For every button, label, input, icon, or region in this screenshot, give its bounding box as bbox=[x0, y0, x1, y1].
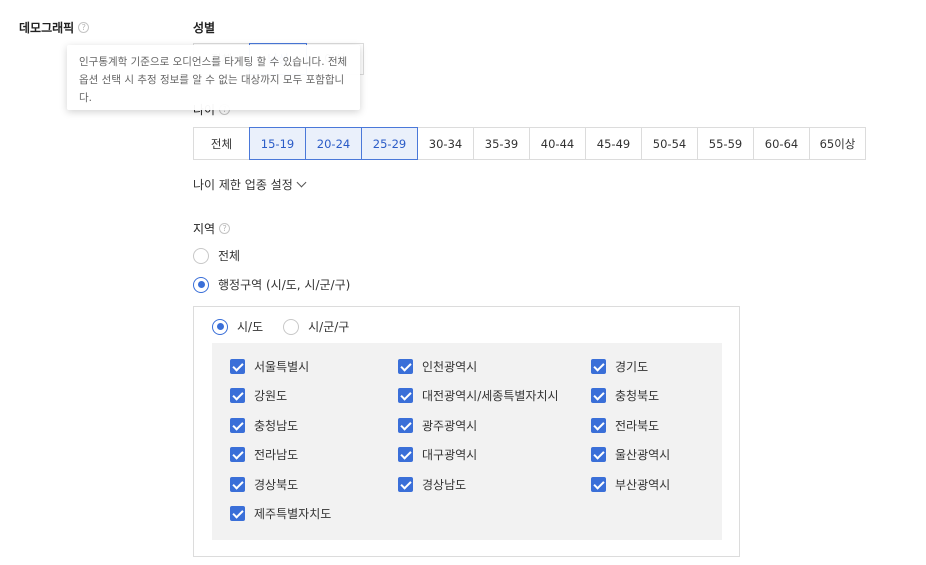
province-label: 부산광역시 bbox=[615, 478, 671, 492]
checkbox-checked-icon[interactable] bbox=[398, 418, 413, 433]
province-label: 광주광역시 bbox=[422, 419, 478, 433]
province-label: 전라남도 bbox=[254, 448, 299, 462]
checkbox-checked-icon[interactable] bbox=[398, 477, 413, 492]
province-label: 서울특별시 bbox=[254, 360, 310, 374]
province-checkbox[interactable]: 경상남도 bbox=[398, 476, 466, 493]
age-option-25-29[interactable]: 25-29 bbox=[361, 127, 418, 160]
region-option-all[interactable]: 전체 bbox=[193, 247, 240, 264]
demographic-title: 데모그래픽 bbox=[19, 21, 75, 35]
region-title-text: 지역 bbox=[193, 222, 216, 236]
province-checkbox[interactable]: 강원도 bbox=[230, 387, 287, 404]
checkbox-checked-icon[interactable] bbox=[398, 359, 413, 374]
province-checkbox[interactable]: 전라북도 bbox=[591, 417, 659, 434]
radio-icon[interactable] bbox=[283, 318, 300, 335]
province-checkbox[interactable]: 경상북도 bbox=[230, 476, 298, 493]
region-option-admin[interactable]: 행정구역 (시/도, 시/군/구) bbox=[193, 276, 350, 293]
age-option-45-49[interactable]: 45-49 bbox=[585, 127, 642, 160]
radio-selected-icon[interactable] bbox=[212, 318, 228, 335]
province-label: 전라북도 bbox=[615, 419, 660, 433]
province-checkbox[interactable]: 경기도 bbox=[591, 358, 648, 375]
province-checkbox[interactable]: 대전광역시/세종특별자치시 bbox=[398, 387, 559, 404]
demographic-section-label: 데모그래픽 ? bbox=[19, 19, 90, 36]
region-level-sido-label: 시/도 bbox=[237, 320, 264, 334]
province-checkbox-list: 서울특별시 인천광역시 경기도 강원도 대전광역시/세종특별자치시 충청북도 충… bbox=[212, 343, 722, 540]
province-label: 제주특별자치도 bbox=[254, 507, 332, 521]
checkbox-checked-icon[interactable] bbox=[230, 506, 245, 521]
region-title: 지역 ? bbox=[193, 220, 231, 237]
demographic-tooltip: 인구통계학 기준으로 오디언스를 타게팅 할 수 있습니다. 전체 옵션 선택 … bbox=[67, 45, 360, 110]
age-restriction-label: 나이 제한 업종 설정 bbox=[193, 178, 293, 192]
gender-title: 성별 bbox=[193, 19, 215, 36]
checkbox-checked-icon[interactable] bbox=[398, 447, 413, 462]
chevron-down-icon bbox=[296, 177, 307, 188]
province-checkbox[interactable]: 충청남도 bbox=[230, 417, 298, 434]
checkbox-checked-icon[interactable] bbox=[591, 388, 606, 403]
province-checkbox[interactable]: 대구광역시 bbox=[398, 446, 477, 463]
province-label: 대구광역시 bbox=[422, 448, 478, 462]
province-label: 강원도 bbox=[254, 389, 288, 403]
radio-selected-icon[interactable] bbox=[193, 276, 209, 293]
province-label: 충청남도 bbox=[254, 419, 299, 433]
age-option-20-24[interactable]: 20-24 bbox=[305, 127, 362, 160]
province-label: 경상남도 bbox=[422, 478, 467, 492]
province-checkbox[interactable]: 광주광역시 bbox=[398, 417, 477, 434]
age-restriction-toggle[interactable]: 나이 제한 업종 설정 bbox=[193, 176, 307, 193]
age-option-65plus[interactable]: 65이상 bbox=[809, 127, 866, 160]
age-option-all[interactable]: 전체 bbox=[193, 127, 250, 160]
checkbox-checked-icon[interactable] bbox=[230, 359, 245, 374]
province-checkbox[interactable]: 부산광역시 bbox=[591, 476, 670, 493]
checkbox-checked-icon[interactable] bbox=[230, 477, 245, 492]
province-checkbox[interactable]: 서울특별시 bbox=[230, 358, 309, 375]
checkbox-checked-icon[interactable] bbox=[230, 388, 245, 403]
gender-title-text: 성별 bbox=[193, 21, 216, 35]
age-option-60-64[interactable]: 60-64 bbox=[753, 127, 810, 160]
region-option-all-label: 전체 bbox=[218, 249, 241, 263]
province-label: 대전광역시/세종특별자치시 bbox=[422, 389, 559, 403]
checkbox-checked-icon[interactable] bbox=[591, 359, 606, 374]
age-segmented-control: 전체 15-19 20-24 25-29 30-34 35-39 40-44 4… bbox=[193, 127, 866, 160]
region-level-radios: 시/도 시/군/구 bbox=[212, 318, 349, 335]
checkbox-checked-icon[interactable] bbox=[230, 447, 245, 462]
province-label: 울산광역시 bbox=[615, 448, 671, 462]
province-checkbox[interactable]: 전라남도 bbox=[230, 446, 298, 463]
checkbox-checked-icon[interactable] bbox=[591, 418, 606, 433]
province-checkbox[interactable]: 제주특별자치도 bbox=[230, 505, 331, 522]
age-option-30-34[interactable]: 30-34 bbox=[417, 127, 474, 160]
province-checkbox[interactable]: 충청북도 bbox=[591, 387, 659, 404]
region-panel: 시/도 시/군/구 서울특별시 인천광역시 경기도 강원도 대전광역시/세종특별… bbox=[193, 306, 740, 557]
province-label: 충청북도 bbox=[615, 389, 660, 403]
region-level-sigungu-label: 시/군/구 bbox=[308, 320, 350, 334]
checkbox-checked-icon[interactable] bbox=[230, 418, 245, 433]
age-option-50-54[interactable]: 50-54 bbox=[641, 127, 698, 160]
region-level-sido[interactable]: 시/도 bbox=[212, 318, 263, 335]
help-icon[interactable]: ? bbox=[78, 22, 90, 33]
checkbox-checked-icon[interactable] bbox=[591, 447, 606, 462]
region-level-sigungu[interactable]: 시/군/구 bbox=[283, 318, 349, 335]
checkbox-checked-icon[interactable] bbox=[398, 388, 413, 403]
age-option-35-39[interactable]: 35-39 bbox=[473, 127, 530, 160]
age-option-40-44[interactable]: 40-44 bbox=[529, 127, 586, 160]
region-help-icon[interactable]: ? bbox=[219, 223, 231, 234]
province-checkbox[interactable]: 인천광역시 bbox=[398, 358, 477, 375]
province-label: 인천광역시 bbox=[422, 360, 478, 374]
province-checkbox[interactable]: 울산광역시 bbox=[591, 446, 670, 463]
radio-icon[interactable] bbox=[193, 247, 209, 264]
age-option-55-59[interactable]: 55-59 bbox=[697, 127, 754, 160]
age-option-15-19[interactable]: 15-19 bbox=[249, 127, 306, 160]
province-label: 경상북도 bbox=[254, 478, 299, 492]
checkbox-checked-icon[interactable] bbox=[591, 477, 606, 492]
province-label: 경기도 bbox=[615, 360, 649, 374]
region-option-admin-label: 행정구역 (시/도, 시/군/구) bbox=[218, 278, 351, 292]
